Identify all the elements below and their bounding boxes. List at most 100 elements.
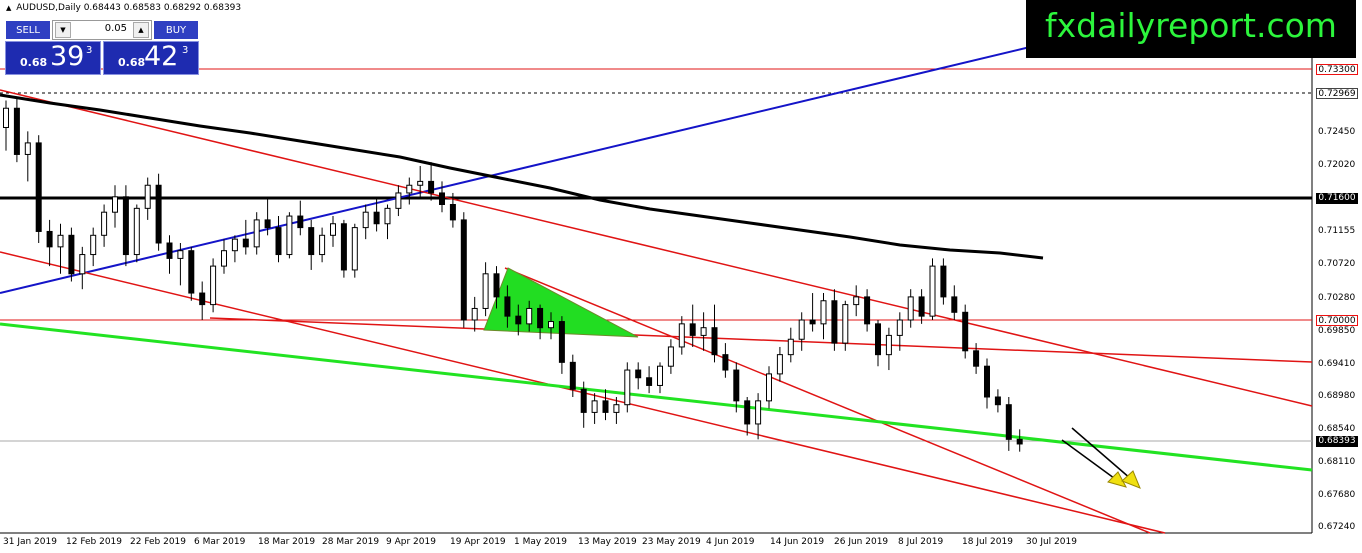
lot-increase-icon[interactable]: ▲ [133,22,149,38]
candle-body[interactable] [984,365,990,398]
candle-body[interactable] [395,192,402,209]
candle-body[interactable] [199,292,206,306]
candle-body[interactable] [624,369,631,406]
candle-body[interactable] [831,300,838,344]
candle-body[interactable] [308,227,315,256]
candle-body[interactable] [460,219,467,321]
candle-body[interactable] [101,211,108,236]
candle-body[interactable] [340,223,347,271]
price-chart[interactable] [0,0,1362,553]
candle-body[interactable] [875,323,881,356]
candle-body[interactable] [122,196,129,256]
candle-body[interactable] [90,234,97,256]
candle-body[interactable] [766,373,772,402]
candle-body[interactable] [362,211,369,229]
candle-body[interactable] [79,254,86,275]
candle-body[interactable] [471,307,478,321]
candle-body[interactable] [973,350,980,367]
lot-size-field[interactable]: ▼ 0.05 ▲ [52,20,152,40]
candle-body[interactable] [711,327,718,356]
candle-body[interactable] [439,192,445,205]
candle-body[interactable] [853,296,860,306]
candle-body[interactable] [744,400,751,425]
candle-body[interactable] [384,207,391,225]
candle-body[interactable] [602,400,609,413]
candle-body[interactable] [548,321,554,329]
candle-body[interactable] [864,296,871,325]
candle-body[interactable] [885,334,892,356]
candle-body[interactable] [667,346,674,367]
candle-body[interactable] [351,227,358,271]
candle-body[interactable] [820,300,827,325]
candle-body[interactable] [417,180,424,186]
candle-body[interactable] [537,307,544,329]
candle-body[interactable] [449,204,456,221]
candle-body[interactable] [515,315,522,325]
candle-body[interactable] [493,273,500,298]
candle-body[interactable] [776,354,783,375]
candle-body[interactable] [3,107,9,128]
candle-body[interactable] [809,319,816,325]
candle-body[interactable] [962,311,969,352]
candle-body[interactable] [591,400,598,413]
red-channel-upper[interactable] [0,89,1313,407]
candle-body[interactable] [133,207,140,256]
candle-body[interactable] [1005,404,1012,440]
green-support-line[interactable] [0,322,1313,472]
candle-body[interactable] [188,250,195,294]
candle-body[interactable] [57,234,64,248]
candle-body[interactable] [166,242,173,259]
sell-button[interactable]: SELL [5,20,51,40]
candle-body[interactable] [275,227,282,256]
candle-body[interactable] [504,296,511,317]
candle-body[interactable] [526,307,533,325]
candle-body[interactable] [231,238,238,252]
candle-body[interactable] [994,396,1001,406]
red-neckline[interactable] [209,317,1313,363]
buy-price-box[interactable]: 0.68 42 3 [103,41,199,75]
candle-body[interactable] [35,142,42,232]
candle-body[interactable] [46,230,53,248]
candle-body[interactable] [940,265,947,298]
red-wedge-line[interactable] [504,267,1151,534]
candle-body[interactable] [177,250,184,259]
candle-body[interactable] [678,323,685,348]
candle-body[interactable] [558,321,565,363]
candle-body[interactable] [755,400,762,425]
candle-body[interactable] [373,211,380,225]
buy-button[interactable]: BUY [153,20,199,40]
candle-body[interactable] [569,361,576,390]
candle-body[interactable] [635,369,642,379]
candle-body[interactable] [689,323,696,336]
candle-body[interactable] [13,107,20,155]
candle-body[interactable] [319,234,326,256]
candle-body[interactable] [646,377,653,386]
candle-body[interactable] [253,219,260,248]
candle-body[interactable] [264,219,271,229]
candle-body[interactable] [144,184,151,209]
candle-body[interactable] [896,319,903,336]
collapse-triangle-icon[interactable]: ▲ [6,4,11,12]
candle-body[interactable] [68,234,75,275]
candle-body[interactable] [657,365,663,386]
lot-decrease-icon[interactable]: ▼ [55,22,71,38]
candle-body[interactable] [951,296,958,313]
candle-body[interactable] [918,296,925,317]
lot-size-value[interactable]: 0.05 [105,23,127,34]
candle-body[interactable] [330,223,336,236]
candle-body[interactable] [787,338,794,356]
candle-body[interactable] [1016,438,1023,445]
candle-body[interactable] [929,265,936,317]
candle-body[interactable] [842,304,849,344]
candle-body[interactable] [242,238,249,248]
blue-trend-line[interactable] [0,46,1031,294]
candle-body[interactable] [297,215,304,229]
candle-body[interactable] [221,250,227,267]
candle-body[interactable] [210,265,217,306]
candle-body[interactable] [722,354,729,371]
candle-body[interactable] [24,142,31,155]
candle-body[interactable] [406,184,413,194]
candle-body[interactable] [286,215,293,256]
candle-body[interactable] [112,196,118,213]
candle-body[interactable] [580,388,587,413]
